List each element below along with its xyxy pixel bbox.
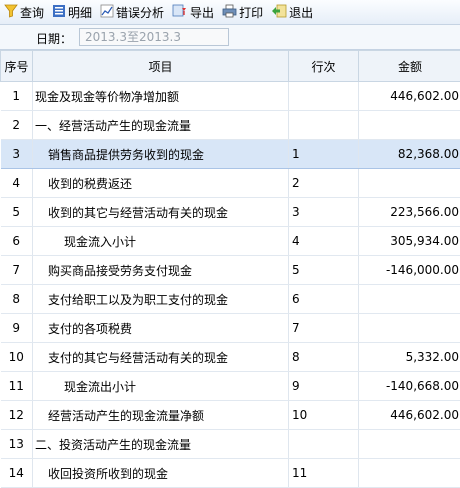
table-row[interactable]: 8 支付给职工以及为职工支付的现金 6	[0, 284, 460, 314]
row-no: 14	[0, 458, 33, 488]
row-amount	[358, 284, 460, 314]
row-line: 3	[288, 197, 359, 227]
table-row[interactable]: 4 收到的税费返还 2	[0, 168, 460, 198]
row-line	[288, 81, 359, 111]
row-item: 收到的其它与经营活动有关的现金	[48, 205, 229, 220]
row-amount: 305,934.00	[358, 226, 460, 256]
query-button[interactable]: 查询	[4, 2, 44, 22]
row-item: 收到的税费返还	[48, 176, 133, 191]
row-line: 4	[288, 226, 359, 256]
row-amount: 5,332.00	[358, 342, 460, 372]
row-item: 经营活动产生的现金流量净额	[48, 408, 205, 423]
row-amount	[358, 313, 460, 343]
row-line	[288, 110, 359, 140]
row-line: 6	[288, 284, 359, 314]
row-no: 12	[0, 400, 33, 430]
table-row[interactable]: 11 现金流出小计 9 -140,668.00	[0, 371, 460, 401]
query-label: 查询	[20, 5, 45, 20]
row-no: 9	[0, 313, 33, 343]
row-item: 销售商品提供劳务收到的现金	[48, 147, 205, 162]
header-line[interactable]: 行次	[288, 50, 359, 82]
row-line: 5	[288, 255, 359, 285]
date-range-field[interactable]: 2013.3至2013.3	[79, 28, 229, 46]
row-line: 11	[288, 458, 359, 488]
export-button[interactable]: 导出	[172, 2, 214, 22]
row-item: 二、投资活动产生的现金流量	[35, 437, 192, 452]
row-line: 2	[288, 168, 359, 198]
toolbar: 查询 明细 错误分析 导出 打印 退出	[0, 0, 460, 25]
exit-icon	[271, 4, 287, 21]
header-no[interactable]: 序号	[0, 50, 33, 82]
print-label: 打印	[239, 5, 264, 20]
row-amount: -146,000.00	[358, 255, 460, 285]
print-button[interactable]: 打印	[222, 2, 263, 22]
table-row[interactable]: 1 现金及现金等价物净增加额 446,602.00	[0, 81, 460, 111]
row-amount: -140,668.00	[358, 371, 460, 401]
table-header-row: 序号 项目 行次 金额	[0, 50, 460, 82]
row-no: 1	[0, 81, 33, 111]
row-item: 一、经营活动产生的现金流量	[35, 118, 192, 133]
table-row-selected[interactable]: 3 销售商品提供劳务收到的现金 1 82,368.00	[0, 139, 460, 169]
row-amount	[358, 458, 460, 488]
row-line: 1	[288, 139, 359, 169]
row-no: 11	[0, 371, 33, 401]
detail-label: 明细	[68, 5, 93, 20]
error-analysis-label: 错误分析	[116, 5, 165, 20]
table-row[interactable]: 6 现金流入小计 4 305,934.00	[0, 226, 460, 256]
row-line: 8	[288, 342, 359, 372]
row-no: 5	[0, 197, 33, 227]
row-item: 支付的各项税费	[48, 321, 133, 336]
printer-icon	[222, 4, 237, 21]
row-item: 支付的其它与经营活动有关的现金	[48, 350, 229, 365]
exit-button[interactable]: 退出	[271, 2, 313, 22]
error-analysis-button[interactable]: 错误分析	[100, 2, 164, 22]
row-item: 现金流出小计	[64, 379, 137, 394]
row-no: 6	[0, 226, 33, 256]
header-amount[interactable]: 金额	[358, 50, 460, 82]
row-amount	[358, 168, 460, 198]
date-label: 日期：	[36, 32, 73, 46]
row-line: 9	[288, 371, 359, 401]
row-no: 8	[0, 284, 33, 314]
export-icon	[172, 4, 188, 21]
table-row[interactable]: 13 二、投资活动产生的现金流量	[0, 429, 460, 459]
table-row[interactable]: 14 收回投资所收到的现金 11	[0, 458, 460, 488]
row-amount	[358, 429, 460, 459]
row-no: 10	[0, 342, 33, 372]
row-item: 现金及现金等价物净增加额	[35, 89, 180, 104]
table-row[interactable]: 12 经营活动产生的现金流量净额 10 446,602.00	[0, 400, 460, 430]
row-item: 现金流入小计	[64, 234, 137, 249]
cash-flow-table: 序号 项目 行次 金额 1 现金及现金等价物净增加额 446,602.00 2 …	[0, 50, 460, 488]
row-no: 7	[0, 255, 33, 285]
filter-bar: 日期： 2013.3至2013.3	[0, 25, 460, 50]
list-icon	[52, 4, 66, 21]
row-no: 2	[0, 110, 33, 140]
exit-label: 退出	[289, 5, 314, 20]
header-item[interactable]: 项目	[32, 50, 289, 82]
table-row[interactable]: 10 支付的其它与经营活动有关的现金 8 5,332.00	[0, 342, 460, 372]
table-row[interactable]: 9 支付的各项税费 7	[0, 313, 460, 343]
row-item: 支付给职工以及为职工支付的现金	[48, 292, 229, 307]
row-no: 4	[0, 168, 33, 198]
row-amount: 446,602.00	[358, 81, 460, 111]
row-line	[288, 429, 359, 459]
row-amount	[358, 110, 460, 140]
funnel-icon	[4, 4, 18, 21]
row-item: 收回投资所收到的现金	[48, 466, 169, 481]
table-row[interactable]: 5 收到的其它与经营活动有关的现金 3 223,566.00	[0, 197, 460, 227]
detail-button[interactable]: 明细	[52, 2, 92, 22]
line-chart-icon	[100, 4, 114, 21]
export-label: 导出	[190, 5, 215, 20]
row-amount: 446,602.00	[358, 400, 460, 430]
table-row[interactable]: 2 一、经营活动产生的现金流量	[0, 110, 460, 140]
row-no: 13	[0, 429, 33, 459]
row-amount: 223,566.00	[358, 197, 460, 227]
row-no: 3	[0, 139, 33, 169]
row-line: 10	[288, 400, 359, 430]
table-row[interactable]: 7 购买商品接受劳务支付现金 5 -146,000.00	[0, 255, 460, 285]
row-item: 购买商品接受劳务支付现金	[48, 263, 193, 278]
row-amount: 82,368.00	[358, 139, 460, 169]
row-line: 7	[288, 313, 359, 343]
